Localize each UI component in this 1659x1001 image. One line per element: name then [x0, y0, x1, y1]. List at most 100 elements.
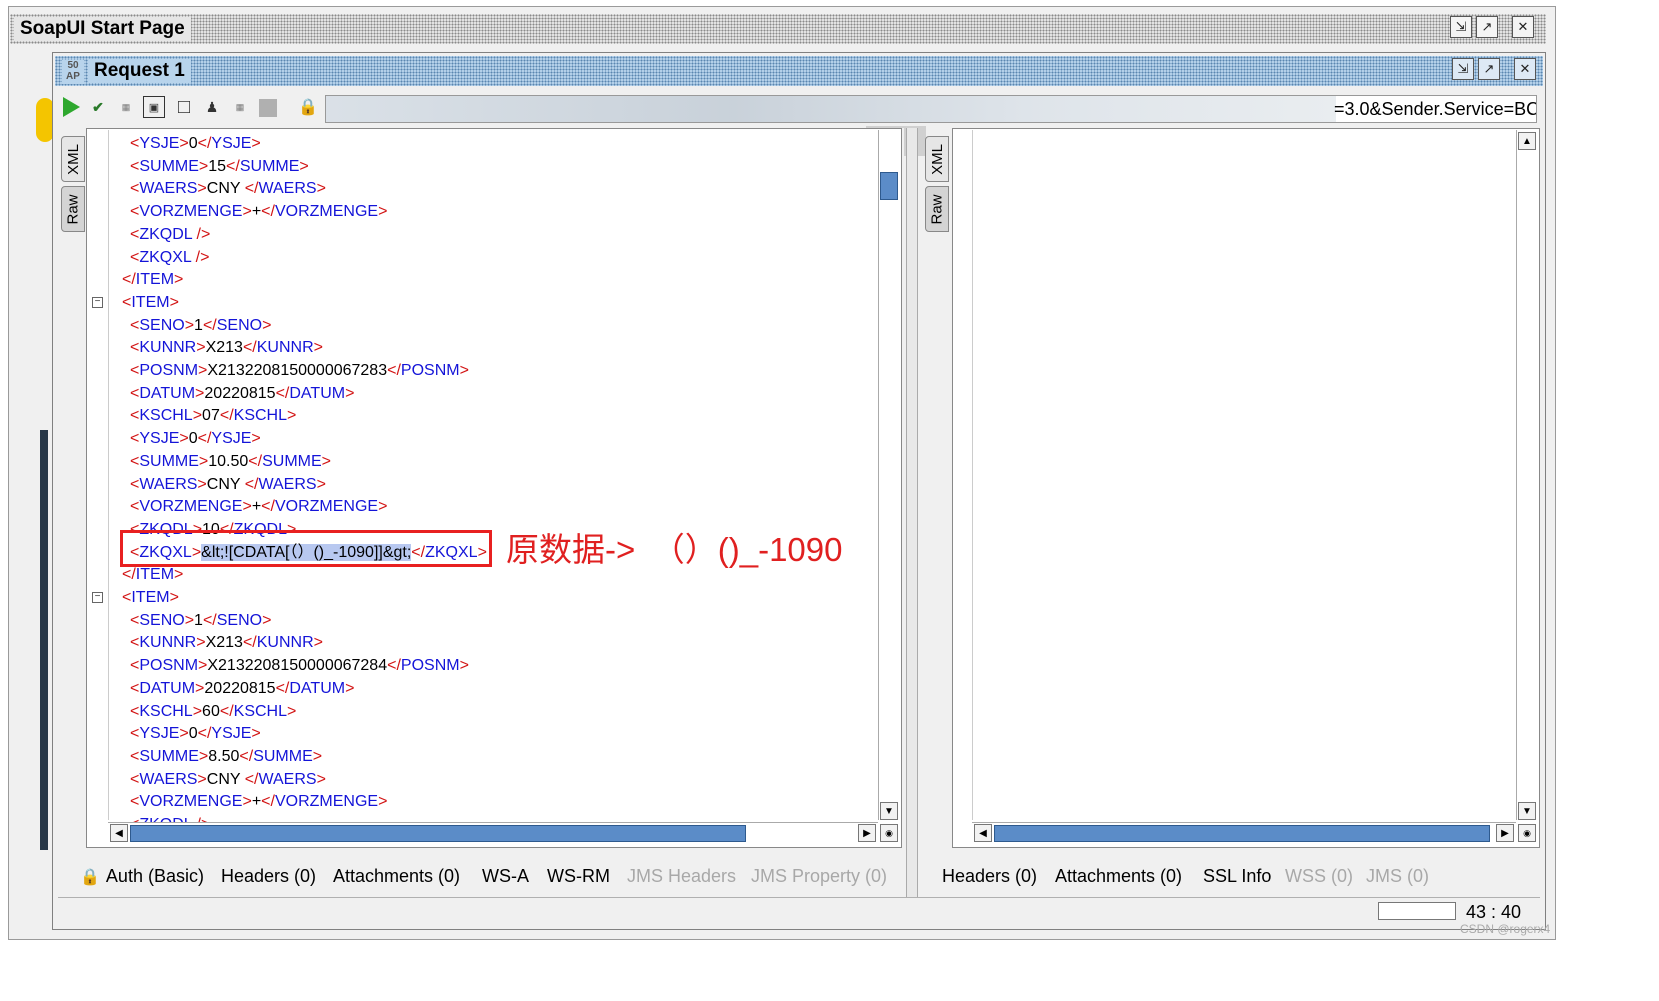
right-hscroll-thumb[interactable] — [994, 825, 1490, 842]
outer-minimize-icon[interactable]: ⇲ — [1450, 16, 1472, 38]
bottom-tab-label: Auth (Basic) — [105, 866, 204, 886]
xml-line[interactable]: <DATUM>20220815</DATUM> — [130, 382, 354, 405]
bottom-tab-label: Headers (0) — [942, 866, 1038, 886]
status-progress — [1378, 902, 1456, 920]
xml-line[interactable]: <YSJE>0</YSJE> — [130, 132, 261, 155]
xml-line[interactable]: <WAERS>CNY </WAERS> — [130, 768, 326, 791]
bottom-tab[interactable]: Headers (0) — [942, 866, 1037, 887]
xml-line[interactable]: <YSJE>0</YSJE> — [130, 427, 261, 450]
left-vscroll-down-icon[interactable]: ▼ — [880, 802, 898, 820]
outer-close-icon[interactable]: ✕ — [1512, 16, 1534, 38]
bottom-tab-label: JMS Property (0) — [751, 866, 888, 886]
request-title-bar — [55, 56, 1543, 86]
xml-line[interactable]: <WAERS>CNY </WAERS> — [130, 177, 326, 200]
xml-line[interactable]: <KUNNR>X213</KUNNR> — [130, 631, 323, 654]
bottom-tab[interactable]: WSS (0) — [1285, 866, 1353, 887]
tab-raw-left[interactable]: Raw — [61, 186, 85, 232]
xml-line[interactable]: <VORZMENGE>+</VORZMENGE> — [130, 200, 387, 223]
outer-window-title: SoapUI Start Page — [14, 17, 191, 41]
bottom-tab[interactable]: 🔒 Auth (Basic) — [80, 866, 204, 887]
xml-line[interactable]: <ZKQDL /> — [130, 813, 210, 822]
left-corner-icon[interactable]: ◉ — [880, 824, 898, 842]
split-divider[interactable] — [906, 128, 918, 898]
tab-raw-right[interactable]: Raw — [925, 186, 949, 232]
xml-line[interactable]: <VORZMENGE>+</VORZMENGE> — [130, 790, 387, 813]
xml-line[interactable]: <SENO>1</SENO> — [130, 314, 271, 337]
outer-title-bar — [10, 14, 1546, 44]
right-vscroll-down-icon[interactable]: ▼ — [1518, 802, 1536, 820]
xml-line[interactable]: <DATUM>20220815</DATUM> — [130, 677, 354, 700]
xml-line[interactable]: <YSJE>0</YSJE> — [130, 722, 261, 745]
bottom-tab-label: WS-A — [482, 866, 529, 886]
bottom-tab[interactable]: Attachments (0) — [333, 866, 460, 887]
xml-line[interactable]: <KSCHL>07</KSCHL> — [130, 404, 296, 427]
xml-line[interactable]: <POSNM>X2132208150000067284</POSNM> — [130, 654, 469, 677]
request-close-icon[interactable]: ✕ — [1514, 58, 1536, 80]
user-icon[interactable]: ♟ — [201, 96, 223, 118]
xml-line[interactable]: </ITEM> — [122, 268, 183, 291]
format-icon[interactable]: ▣ — [143, 96, 165, 118]
bottom-tab[interactable]: JMS Property (0) — [751, 866, 887, 887]
right-hscroll-right-icon[interactable]: ▶ — [1496, 824, 1514, 842]
wsdl-2-icon[interactable]: ▦ — [229, 96, 251, 118]
left-xml-content: <YSJE>0</YSJE> <SUMME>15</SUMME> <WAERS>CN… — [112, 132, 878, 822]
xml-line[interactable]: <SUMME>15</SUMME> — [130, 155, 309, 178]
request-maximize-icon[interactable]: ↗ — [1478, 58, 1500, 80]
stop-icon[interactable]: □ — [173, 96, 195, 118]
submit-check-icon[interactable]: ✔ — [87, 96, 109, 118]
right-hscroll-left-icon[interactable]: ◀ — [974, 824, 992, 842]
bottom-tab-label: Headers (0) — [221, 866, 317, 886]
xml-line[interactable]: <ITEM> — [122, 291, 179, 314]
xml-line[interactable]: <KSCHL>60</KSCHL> — [130, 700, 296, 723]
wsdl-icon[interactable]: ▦ — [115, 96, 137, 118]
right-corner-icon[interactable]: ◉ — [1518, 824, 1536, 842]
left-hscroll-thumb[interactable] — [130, 825, 746, 842]
xml-line[interactable]: <SUMME>8.50</SUMME> — [130, 745, 322, 768]
toolbar: ✔ ▦ ▣ □ ♟ ▦ 🔒 =3.0&Sender.Service=BC — [55, 90, 1543, 126]
bottom-tab[interactable]: Headers (0) — [221, 866, 316, 887]
xml-line[interactable]: <WAERS>CNY </WAERS> — [130, 473, 326, 496]
bottom-tab[interactable]: WS-RM — [547, 866, 610, 887]
fold-toggle-icon[interactable]: − — [92, 592, 103, 603]
bottom-tab[interactable]: WS-A — [482, 866, 529, 887]
xml-line[interactable]: <ITEM> — [122, 586, 179, 609]
right-gutter — [954, 130, 973, 820]
left-vscroll-thumb[interactable] — [880, 172, 898, 200]
lock-icon[interactable]: 🔒 — [297, 96, 319, 118]
play-icon[interactable] — [61, 96, 81, 118]
bottom-tab[interactable]: Attachments (0) — [1055, 866, 1182, 887]
xml-line[interactable]: <ZKQXL /> — [130, 246, 209, 269]
xml-line[interactable]: <ZKQDL /> — [130, 223, 210, 246]
right-vscroll[interactable] — [1516, 130, 1539, 820]
lock-icon: 🔒 — [80, 869, 100, 886]
bottom-tab[interactable]: SSL Info — [1203, 866, 1271, 887]
bottom-tab[interactable]: JMS (0) — [1366, 866, 1429, 887]
blank-icon[interactable] — [259, 99, 277, 117]
request-window-title: Request 1 — [88, 59, 191, 83]
endpoint-field[interactable]: =3.0&Sender.Service=BC — [325, 95, 1537, 123]
xml-line[interactable]: <POSNM>X2132208150000067283</POSNM> — [130, 359, 469, 382]
bottom-tab-label: JMS (0) — [1366, 866, 1429, 886]
tab-xml-right[interactable]: XML — [925, 136, 949, 182]
left-vscroll[interactable] — [878, 130, 901, 820]
outer-maximize-icon[interactable]: ↗ — [1476, 16, 1498, 38]
left-fold-area: − − — [88, 132, 108, 822]
endpoint-text: =3.0&Sender.Service=BC — [1334, 99, 1537, 119]
tab-xml-left[interactable]: XML — [61, 136, 85, 182]
xml-line[interactable]: <KUNNR>X213</KUNNR> — [130, 336, 323, 359]
endpoint-blur-mask — [326, 96, 1336, 122]
fold-toggle-icon[interactable]: − — [92, 296, 103, 308]
left-hscroll-left-icon[interactable]: ◀ — [110, 824, 128, 842]
right-vscroll-up-icon[interactable]: ▲ — [1518, 132, 1536, 150]
status-bar — [58, 900, 1540, 926]
start-page-bg-strip — [40, 430, 48, 850]
xml-line[interactable]: <SENO>1</SENO> — [130, 609, 271, 632]
xml-line[interactable]: <SUMME>10.50</SUMME> — [130, 450, 331, 473]
xml-line[interactable]: <VORZMENGE>+</VORZMENGE> — [130, 495, 387, 518]
left-hscroll-right-icon[interactable]: ▶ — [858, 824, 876, 842]
request-minimize-icon[interactable]: ⇲ — [1452, 58, 1474, 80]
bottom-tab[interactable]: JMS Headers — [627, 866, 736, 887]
bottom-divider — [58, 897, 1540, 898]
bottom-tab-label: WSS (0) — [1285, 866, 1354, 886]
annotation-text: 原数据-> （）()_-1090 — [506, 531, 843, 568]
